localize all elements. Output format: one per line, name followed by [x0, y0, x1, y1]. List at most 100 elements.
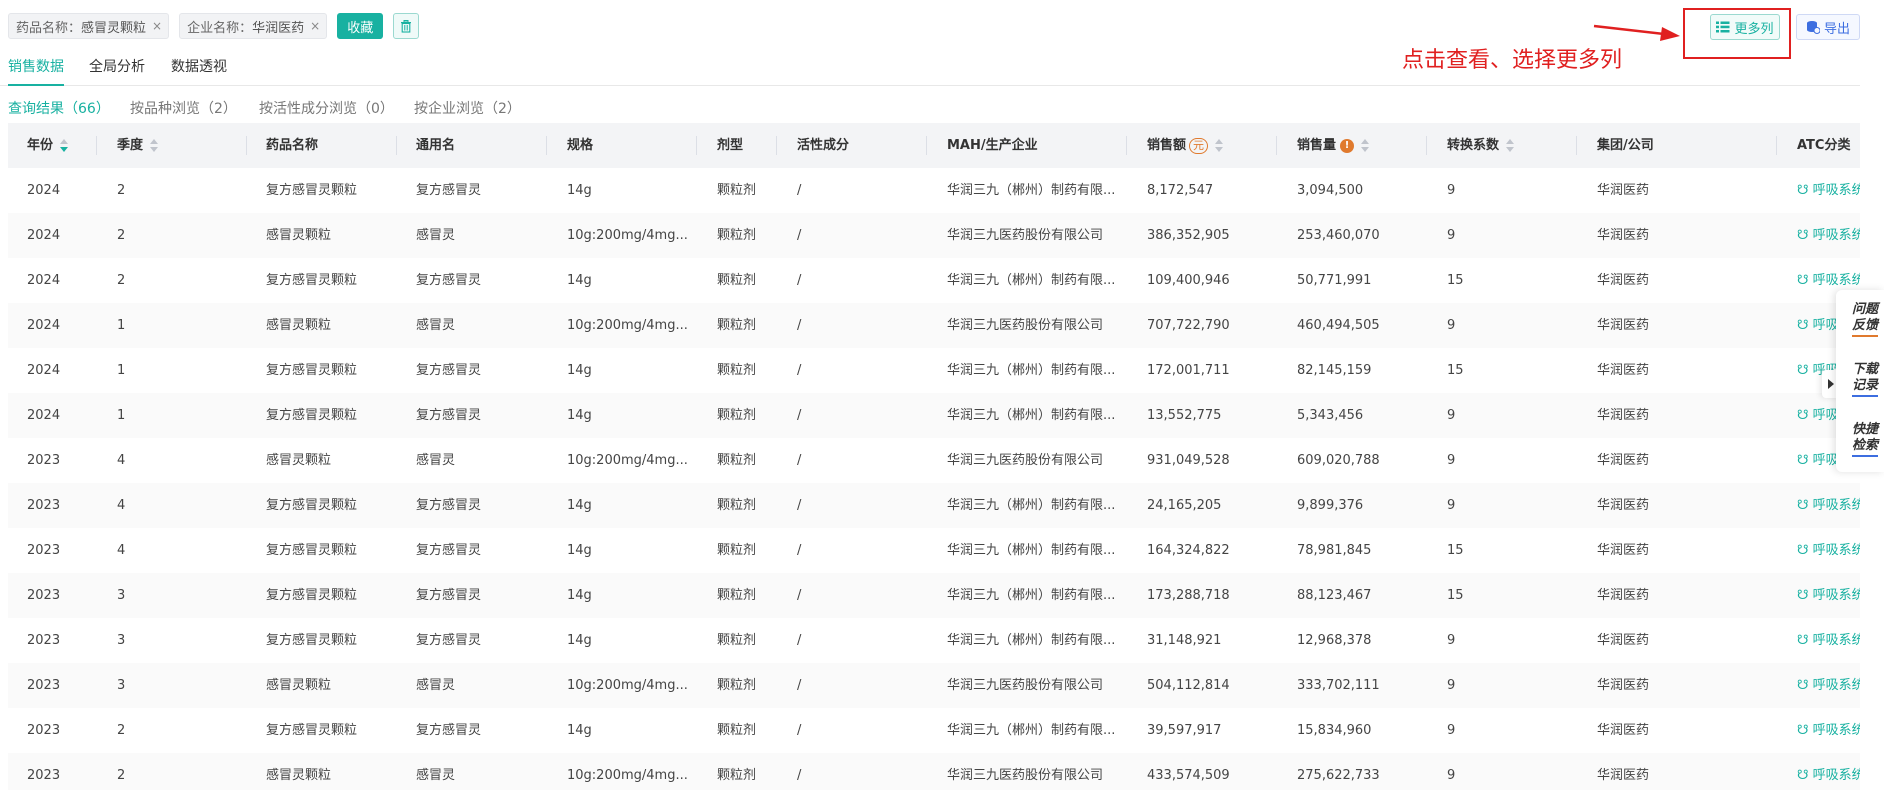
cell-spec: 14g — [567, 588, 592, 603]
cell-volume: 460,494,505 — [1297, 318, 1380, 333]
cell-atc[interactable]: ☋ 呼吸系统 — [1797, 573, 1860, 618]
cell-atc[interactable]: ☋ 呼吸系统 — [1797, 753, 1860, 790]
sort-icon[interactable] — [59, 138, 69, 153]
cell-sales: 39,597,917 — [1147, 723, 1222, 738]
tab-pivot[interactable]: 数据透视 — [171, 56, 227, 86]
cell-quarter: 4 — [117, 453, 126, 468]
side-item-download-records[interactable]: 下载记录 — [1850, 362, 1880, 397]
subtab-by-company[interactable]: 按企业浏览（2） — [414, 98, 521, 118]
cell-atc[interactable]: ☋ 呼吸系统 — [1797, 528, 1860, 573]
close-icon[interactable]: × — [310, 19, 320, 33]
cell-conversion-factor: 15 — [1447, 588, 1464, 603]
column-header-quarter[interactable]: 季度 — [117, 123, 159, 168]
cell-group: 华润医药 — [1597, 453, 1650, 468]
cell-conversion-factor: 15 — [1447, 543, 1464, 558]
cell-active-ingredient: / — [797, 408, 802, 423]
subtab-query-results[interactable]: 查询结果（66） — [8, 98, 110, 118]
cell-volume: 78,981,845 — [1297, 543, 1372, 558]
cell-drug-name: 复方感冒灵颗粒 — [266, 273, 358, 288]
column-header-conversion-factor[interactable]: 转换系数 — [1447, 123, 1515, 168]
table-row[interactable]: 2023 3 感冒灵颗粒 感冒灵 10g:200mg/4mg... 颗粒剂 / 华润三九医药股… — [8, 663, 1860, 708]
cell-generic-name: 复方感冒灵 — [416, 408, 482, 423]
cell-active-ingredient: / — [797, 453, 802, 468]
export-button[interactable]: 导出 — [1796, 14, 1860, 40]
table-row[interactable]: 2023 4 复方感冒灵颗粒 复方感冒灵 14g 颗粒剂 / 华润三九（郴州）制药有限... 1… — [8, 528, 1860, 573]
column-header-mah: MAH/生产企业 — [947, 138, 1038, 153]
cell-atc[interactable]: ☋ 呼吸系统 — [1797, 483, 1860, 528]
close-icon[interactable]: × — [152, 19, 162, 33]
subtab-by-variety[interactable]: 按品种浏览（2） — [130, 98, 237, 118]
table-row[interactable]: 2024 2 感冒灵颗粒 感冒灵 10g:200mg/4mg... 颗粒剂 / 华润三九医药股… — [8, 213, 1860, 258]
clear-filters-button[interactable] — [393, 13, 420, 39]
cell-mah: 华润三九（郴州）制药有限... — [947, 498, 1116, 513]
cell-spec: 10g:200mg/4mg... — [567, 453, 688, 468]
cell-atc[interactable]: ☋ 呼吸系统 — [1797, 213, 1860, 258]
cell-year: 2024 — [27, 183, 61, 198]
side-item-label: 快捷检索 — [1851, 422, 1878, 453]
cell-volume: 88,123,467 — [1297, 588, 1372, 603]
cell-drug-name: 复方感冒灵颗粒 — [266, 498, 358, 513]
table-row[interactable]: 2023 2 复方感冒灵颗粒 复方感冒灵 14g 颗粒剂 / 华润三九（郴州）制药有限... 3… — [8, 708, 1860, 753]
cell-sales: 707,722,790 — [1147, 318, 1230, 333]
cell-group: 华润医药 — [1597, 678, 1650, 693]
cell-active-ingredient: / — [797, 723, 802, 738]
list-icon — [1716, 21, 1730, 33]
info-icon[interactable]: ! — [1340, 138, 1355, 153]
table-row[interactable]: 2024 2 复方感冒灵颗粒 复方感冒灵 14g 颗粒剂 / 华润三九（郴州）制药有限... 1… — [8, 258, 1860, 303]
table-row[interactable]: 2024 1 感冒灵颗粒 感冒灵 10g:200mg/4mg... 颗粒剂 / 华润三九医药股… — [8, 303, 1860, 348]
cell-atc[interactable]: ☋ 呼吸系统 — [1797, 618, 1860, 663]
table-row[interactable]: 2023 3 复方感冒灵颗粒 复方感冒灵 14g 颗粒剂 / 华润三九（郴州）制药有限... 1… — [8, 573, 1860, 618]
filter-tag-company[interactable]: 企业名称： 华润医药 × — [179, 13, 328, 39]
sort-icon[interactable] — [149, 138, 159, 153]
cell-conversion-factor: 9 — [1447, 633, 1456, 648]
cell-quarter: 2 — [117, 723, 126, 738]
table-row[interactable]: 2023 3 复方感冒灵颗粒 复方感冒灵 14g 颗粒剂 / 华润三九（郴州）制药有限... 3… — [8, 618, 1860, 663]
cell-sales: 504,112,814 — [1147, 678, 1230, 693]
cell-atc[interactable]: ☋ 呼吸系统 — [1797, 168, 1860, 213]
column-header-dosage-form: 剂型 — [717, 138, 744, 153]
side-item-underline — [1852, 455, 1878, 457]
side-item-feedback[interactable]: 问题反馈 — [1850, 302, 1880, 337]
cell-sales: 931,049,528 — [1147, 453, 1230, 468]
column-header-year[interactable]: 年份 — [27, 123, 69, 168]
cell-mah: 华润三九（郴州）制药有限... — [947, 363, 1116, 378]
filter-tag-drug[interactable]: 药品名称： 感冒灵颗粒 × — [8, 13, 170, 39]
cell-quarter: 4 — [117, 543, 126, 558]
sort-icon[interactable] — [1360, 138, 1370, 153]
caret-right-icon — [1828, 379, 1834, 389]
table-row[interactable]: 2024 1 复方感冒灵颗粒 复方感冒灵 14g 颗粒剂 / 华润三九（郴州）制药有限... 1… — [8, 393, 1860, 438]
export-label: 导出 — [1823, 21, 1850, 37]
table-row[interactable]: 2024 1 复方感冒灵颗粒 复方感冒灵 14g 颗粒剂 / 华润三九（郴州）制药有限... 1… — [8, 348, 1860, 393]
table-row[interactable]: 2023 2 感冒灵颗粒 感冒灵 10g:200mg/4mg... 颗粒剂 / 华润三九医药股… — [8, 753, 1860, 790]
table-row[interactable]: 2024 2 复方感冒灵颗粒 复方感冒灵 14g 颗粒剂 / 华润三九（郴州）制药有限... 8… — [8, 168, 1860, 213]
column-header-volume[interactable]: 销售量! — [1297, 123, 1370, 168]
table-row[interactable]: 2023 4 复方感冒灵颗粒 复方感冒灵 14g 颗粒剂 / 华润三九（郴州）制药有限... 2… — [8, 483, 1860, 528]
column-header-sales[interactable]: 销售额元 — [1147, 123, 1224, 168]
cell-atc[interactable]: ☋ 呼吸系统 — [1797, 663, 1860, 708]
table-row[interactable]: 2023 4 感冒灵颗粒 感冒灵 10g:200mg/4mg... 颗粒剂 / 华润三九医药股… — [8, 438, 1860, 483]
subtab-by-active-ingredient[interactable]: 按活性成分浏览（0） — [259, 98, 394, 118]
side-item-underline — [1852, 335, 1878, 337]
cell-year: 2023 — [27, 768, 61, 783]
column-header-spec: 规格 — [567, 138, 594, 153]
cell-year: 2023 — [27, 588, 61, 603]
cell-year: 2024 — [27, 273, 61, 288]
sort-icon[interactable] — [1505, 138, 1515, 153]
cell-atc[interactable]: ☋ 呼吸系统 — [1797, 708, 1860, 753]
more-columns-button[interactable]: 更多列 — [1710, 14, 1780, 40]
sort-icon[interactable] — [1214, 138, 1224, 153]
column-header-group: 集团/公司 — [1597, 138, 1654, 153]
cell-volume: 9,899,376 — [1297, 498, 1364, 513]
cell-mah: 华润三九（郴州）制药有限... — [947, 723, 1116, 738]
side-item-underline — [1852, 395, 1878, 397]
tab-global-analysis[interactable]: 全局分析 — [89, 56, 145, 86]
side-item-quick-search[interactable]: 快捷检索 — [1850, 422, 1880, 457]
cell-conversion-factor: 9 — [1447, 453, 1456, 468]
cell-spec: 14g — [567, 363, 592, 378]
cell-group: 华润医药 — [1597, 273, 1650, 288]
cell-conversion-factor: 9 — [1447, 228, 1456, 243]
more-columns-label: 更多列 — [1734, 21, 1774, 37]
tab-sales-data[interactable]: 销售数据 — [8, 56, 64, 86]
cell-active-ingredient: / — [797, 633, 802, 648]
favorite-button[interactable]: 收藏 — [337, 13, 384, 39]
